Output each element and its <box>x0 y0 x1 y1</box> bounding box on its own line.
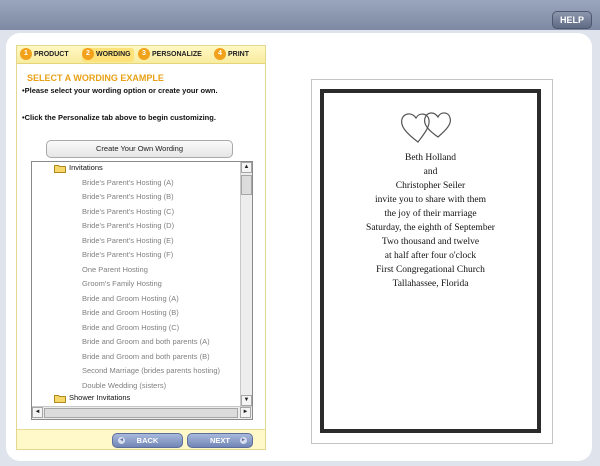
preview-line: invite you to share with them <box>374 195 487 205</box>
top-bar: HELP <box>0 0 600 30</box>
invitation-preview: Beth Holland and Christopher Seiler invi… <box>320 89 541 433</box>
tab-wording[interactable]: 2 WORDING <box>82 48 134 62</box>
tree-item[interactable]: Double Wedding (sisters) <box>82 381 166 390</box>
horizontal-scrollbar[interactable]: ◄ ► <box>32 406 252 419</box>
tab-personalize-label: PERSONALIZE <box>152 51 202 58</box>
step-number-badge: 4 <box>214 48 226 61</box>
tab-wording-label: WORDING <box>96 51 131 58</box>
step-number-badge: 3 <box>138 48 150 61</box>
preview-line: Christopher Seiler <box>395 181 466 191</box>
next-button-label: NEXT <box>209 436 230 445</box>
wording-tree[interactable]: Invitations Bride's Parent's Hosting (A)… <box>31 161 253 420</box>
preview-line: Tallahassee, Florida <box>392 279 469 289</box>
tree-item[interactable]: Bride and Groom and both parents (A) <box>82 337 210 346</box>
tree-item[interactable]: Bride's Parent's Hosting (D) <box>82 221 174 230</box>
preview-line: First Congregational Church <box>376 265 485 275</box>
folder-icon <box>54 164 66 173</box>
tree-item[interactable]: Bride's Parent's Hosting (C) <box>82 207 174 216</box>
instruction-personalize: •Click the Personalize tab above to begi… <box>22 113 216 122</box>
tree-folder-shower-invitations[interactable]: Shower Invitations <box>54 393 130 403</box>
tree-item[interactable]: Second Marriage (brides parents hosting) <box>82 366 220 375</box>
tree-item[interactable]: Bride's Parent's Hosting (A) <box>82 178 174 187</box>
navigation-bar: ◄ BACK NEXT ► <box>17 429 265 449</box>
vertical-scroll-thumb[interactable] <box>241 175 252 195</box>
vertical-scrollbar[interactable]: ▲ ▼ <box>240 162 252 406</box>
tree-item[interactable]: Groom's Family Hosting <box>82 279 162 288</box>
wording-panel: 1 PRODUCT 2 WORDING 3 PERSONALIZE 4 PRINT SE… <box>16 45 266 450</box>
back-button-label: BACK <box>136 436 159 445</box>
preview-line: at half after four o'clock <box>384 251 477 261</box>
help-button[interactable]: HELP <box>552 11 592 29</box>
folder-label: Invitations <box>69 163 103 172</box>
scroll-right-icon[interactable]: ► <box>240 407 251 418</box>
step-number-badge: 1 <box>20 48 32 61</box>
horizontal-scroll-thumb[interactable] <box>44 408 238 418</box>
hearts-icon <box>401 112 451 143</box>
next-button[interactable]: NEXT ► <box>187 433 253 448</box>
tree-item[interactable]: Bride and Groom Hosting (A) <box>82 294 179 303</box>
back-button[interactable]: ◄ BACK <box>112 433 183 448</box>
scroll-left-icon[interactable]: ◄ <box>32 407 43 418</box>
step-tabs: 1 PRODUCT 2 WORDING 3 PERSONALIZE 4 PRINT <box>17 46 265 64</box>
folder-icon <box>54 394 66 403</box>
create-own-wording-button[interactable]: Create Your Own Wording <box>46 140 233 158</box>
tree-item[interactable]: Bride's Parent's Hosting (B) <box>82 192 174 201</box>
preview-line: Saturday, the eighth of September <box>366 223 495 233</box>
preview-line: Beth Holland <box>405 153 456 163</box>
arrow-right-icon: ► <box>240 437 247 444</box>
tab-product[interactable]: 1 PRODUCT <box>20 48 69 62</box>
tree-item[interactable]: Bride and Groom Hosting (C) <box>82 323 179 332</box>
preview-line: and <box>423 167 438 177</box>
tree-item[interactable]: Bride and Groom and both parents (B) <box>82 352 210 361</box>
tab-product-label: PRODUCT <box>34 51 69 58</box>
scroll-down-icon[interactable]: ▼ <box>241 395 252 406</box>
tree-item[interactable]: Bride's Parent's Hosting (E) <box>82 236 174 245</box>
folder-label: Shower Invitations <box>69 393 131 402</box>
tab-personalize[interactable]: 3 PERSONALIZE <box>138 48 202 62</box>
tab-print-label: PRINT <box>228 51 249 58</box>
section-title: SELECT A WORDING EXAMPLE <box>27 73 164 83</box>
step-number-badge: 2 <box>82 48 94 61</box>
tree-item[interactable]: Bride and Groom Hosting (B) <box>82 308 179 317</box>
tab-print[interactable]: 4 PRINT <box>214 48 249 62</box>
arrow-left-icon: ◄ <box>118 437 125 444</box>
instruction-select: •Please select your wording option or cr… <box>22 86 218 95</box>
tree-item[interactable]: Bride's Parent's Hosting (F) <box>82 250 173 259</box>
scroll-up-icon[interactable]: ▲ <box>241 162 252 173</box>
preview-line: Two thousand and twelve <box>381 237 480 247</box>
tree-item[interactable]: One Parent Hosting <box>82 265 148 274</box>
tree-folder-invitations[interactable]: Invitations <box>54 163 103 173</box>
preview-line: the joy of their marriage <box>384 209 477 219</box>
